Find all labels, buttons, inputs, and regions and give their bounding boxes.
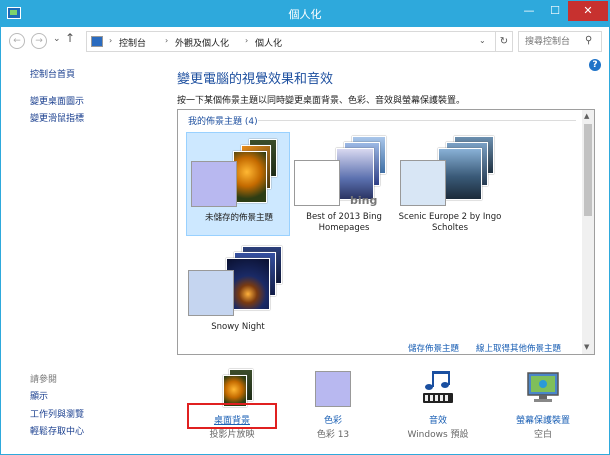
theme-list-scrollbar[interactable]: ▲ ▼	[582, 110, 594, 354]
theme-scenic-europe[interactable]: Scenic Europe 2 by Ingo Scholtes	[398, 132, 502, 236]
bing-logo-icon: bing	[350, 194, 378, 207]
title-bar: 個人化 — ☐ ✕	[1, 1, 609, 27]
scroll-up-arrow-icon[interactable]: ▲	[584, 112, 589, 120]
page-title: 變更電腦的視覺效果和音效	[177, 72, 334, 87]
theme-list: 我的佈景主題 (4) 未儲存的佈景主題 bing Best of 2013 Bi…	[177, 109, 595, 355]
personalization-window: 個人化 — ☐ ✕ ← → ⌄ ↑ › 控制台 › 外觀及個人化 › 個人化 ⌄…	[0, 0, 610, 455]
my-themes-heading: 我的佈景主題 (4)	[188, 117, 258, 127]
sidebar-link-desktop-icons[interactable]: 變更桌面圖示	[30, 94, 84, 107]
page-description: 按一下某個佈景主題以同時變更桌面背景、色彩、音效與螢幕保護裝置。	[177, 96, 466, 106]
navigation-bar: ← → ⌄ ↑ › 控制台 › 外觀及個人化 › 個人化 ⌄ ↻ ⚲	[1, 27, 609, 57]
save-theme-link[interactable]: 儲存佈景主題	[408, 342, 459, 354]
address-bar[interactable]: › 控制台 › 外觀及個人化 › 個人化 ⌄	[86, 31, 496, 52]
sound-link[interactable]: 音效	[383, 413, 493, 426]
sound-value: Windows 預設	[407, 430, 469, 440]
close-button[interactable]: ✕	[568, 1, 608, 21]
up-arrow-icon[interactable]: ↑	[65, 31, 75, 45]
get-more-themes-link[interactable]: 線上取得其他佈景主題	[476, 342, 561, 354]
breadcrumb-control-panel[interactable]: 控制台	[119, 36, 146, 49]
breadcrumb-appearance[interactable]: 外觀及個人化	[175, 36, 229, 49]
color-link[interactable]: 色彩	[278, 413, 388, 426]
back-button[interactable]: ←	[9, 33, 25, 49]
highlight-annotation	[187, 403, 277, 429]
theme-bing-2013[interactable]: bing Best of 2013 Bing Homepages	[292, 132, 396, 236]
scroll-down-arrow-icon[interactable]: ▼	[584, 343, 589, 351]
theme-slide	[336, 148, 374, 200]
breadcrumb-personalization[interactable]: 個人化	[255, 36, 282, 49]
search-icon[interactable]: ⚲	[585, 35, 592, 46]
recent-locations-icon[interactable]: ⌄	[53, 34, 61, 44]
theme-snowy-night[interactable]: Snowy Night	[186, 242, 290, 346]
color-swatch-icon	[315, 371, 351, 407]
breadcrumb-separator: ›	[245, 36, 249, 45]
color-value: 色彩 13	[316, 430, 350, 440]
theme-color-sample	[294, 160, 340, 206]
theme-unsaved[interactable]: 未儲存的佈景主題	[186, 132, 290, 236]
screen-saver-link[interactable]: 螢幕保護裝置	[488, 413, 598, 426]
music-notes-icon	[423, 371, 453, 403]
search-box[interactable]: ⚲	[518, 31, 602, 52]
refresh-button[interactable]: ↻	[495, 31, 513, 52]
maximize-button[interactable]: ☐	[542, 1, 568, 21]
theme-label: Best of 2013 Bing Homepages	[306, 212, 382, 233]
sidebar-link-control-panel-home[interactable]: 控制台首頁	[30, 67, 75, 80]
see-also-ease-of-access[interactable]: 輕鬆存取中心	[30, 424, 84, 437]
breadcrumb-separator: ›	[109, 36, 113, 45]
section-divider	[258, 120, 576, 121]
theme-label: 未儲存的佈景主題	[204, 213, 273, 223]
see-also-display[interactable]: 顯示	[30, 389, 48, 402]
minimize-button[interactable]: —	[516, 1, 542, 21]
forward-button[interactable]: →	[31, 33, 47, 49]
theme-label: Scenic Europe 2 by Ingo Scholtes	[398, 212, 502, 233]
theme-label: Snowy Night	[211, 322, 265, 332]
theme-color-sample	[188, 270, 234, 316]
search-input[interactable]	[519, 32, 589, 51]
theme-slide	[233, 151, 267, 203]
see-also-heading: 請參閱	[30, 375, 58, 385]
monitor-icon	[91, 36, 103, 47]
help-icon[interactable]: ?	[589, 59, 601, 71]
address-dropdown-icon[interactable]: ⌄	[479, 36, 486, 45]
breadcrumb-separator: ›	[165, 36, 169, 45]
scrollbar-thumb[interactable]	[584, 124, 592, 216]
theme-color-sample	[400, 160, 446, 206]
screen-saver-value: 空白	[533, 430, 552, 440]
sidebar-link-mouse-pointers[interactable]: 變更滑鼠指標	[30, 111, 84, 124]
screen-saver-monitor-icon	[527, 372, 559, 402]
theme-color-sample	[191, 161, 237, 207]
see-also-taskbar[interactable]: 工作列與瀏覽	[30, 407, 84, 420]
